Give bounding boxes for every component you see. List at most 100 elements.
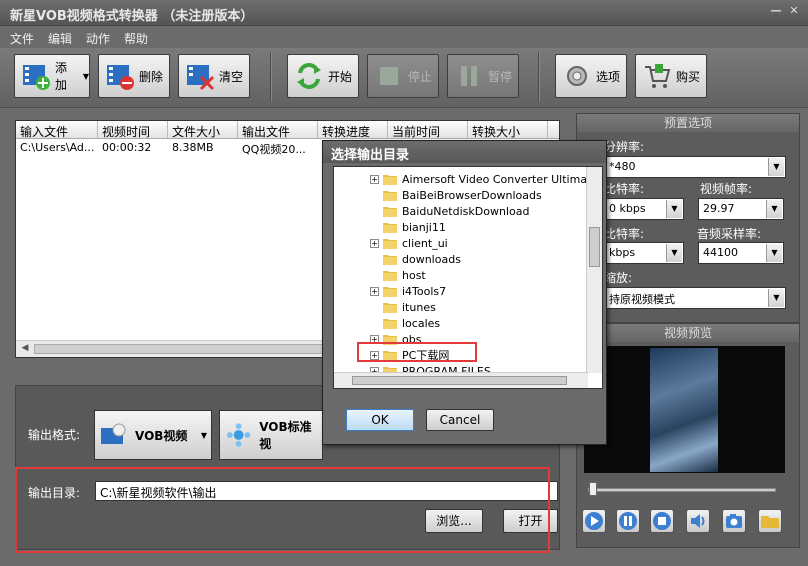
folder-item[interactable]: host: [370, 267, 426, 283]
start-button[interactable]: 开始: [287, 54, 359, 98]
seek-slider-handle[interactable]: [589, 482, 597, 496]
scroll-thumb[interactable]: [589, 227, 600, 267]
chevron-down-icon: ▼: [768, 158, 784, 176]
chevron-down-icon: ▼: [200, 430, 207, 440]
folder-item[interactable]: + client_ui: [370, 235, 448, 251]
preview-header: 视频预览: [577, 324, 799, 342]
options-button[interactable]: 选项: [555, 54, 627, 98]
delete-button[interactable]: 删除: [98, 54, 170, 98]
vob-format-icon: [101, 423, 126, 444]
resolution-value: *480: [609, 160, 636, 173]
column-header[interactable]: 文件大小: [168, 121, 238, 138]
folder-item[interactable]: bianji11: [370, 219, 446, 235]
folder-icon: [383, 207, 397, 217]
chevron-down-icon: ▼: [666, 244, 682, 262]
folder-label: Aimersoft Video Converter Ultimate: [402, 172, 599, 186]
framerate-value: 29.97: [703, 202, 735, 215]
menu-help[interactable]: 帮助: [124, 30, 148, 46]
snapshot-button[interactable]: [722, 509, 746, 533]
expand-icon[interactable]: +: [370, 238, 379, 248]
scroll-left-icon[interactable]: ◀: [18, 343, 32, 355]
start-label: 开始: [328, 69, 353, 84]
stop-button[interactable]: 停止: [367, 54, 439, 98]
pause-button[interactable]: 暂停: [447, 54, 519, 98]
menu-edit[interactable]: 编辑: [48, 30, 72, 46]
folder-icon: [383, 287, 397, 297]
scale-select[interactable]: 持原视频模式 ▼: [604, 287, 786, 309]
output-format-select[interactable]: VOB视频 ▼: [94, 410, 212, 460]
volume-button[interactable]: [686, 509, 710, 533]
folder-icon: [383, 303, 397, 313]
close-icon[interactable]: ✕: [786, 3, 802, 19]
chevron-down-icon: ▼: [82, 71, 89, 81]
highlight-box: [357, 342, 477, 362]
folder-item[interactable]: BaiBeiBrowserDownloads: [370, 187, 542, 203]
folder-item[interactable]: itunes: [370, 299, 436, 315]
samplerate-value: 44100: [703, 246, 738, 259]
folder-item[interactable]: downloads: [370, 251, 461, 267]
folder-item[interactable]: locales: [370, 315, 440, 331]
menu-file[interactable]: 文件: [10, 30, 34, 46]
add-button[interactable]: 添加 ▼: [14, 54, 90, 98]
play-icon: [585, 512, 603, 530]
play-button[interactable]: [582, 509, 606, 533]
folder-icon: [383, 175, 397, 185]
resolution-label: 分辨率:: [604, 140, 645, 154]
column-header[interactable]: 输出文件: [238, 121, 318, 138]
column-header[interactable]: 转换大小: [468, 121, 548, 138]
stop-label: 停止: [408, 69, 433, 84]
folder-icon: [383, 319, 397, 329]
menu-action[interactable]: 动作: [86, 30, 110, 46]
stop-preview-button[interactable]: [650, 509, 674, 533]
column-header[interactable]: 当前时间: [388, 121, 468, 138]
expand-icon[interactable]: +: [370, 174, 379, 184]
folder-item[interactable]: + i4Tools7: [370, 283, 446, 299]
samplerate-label: 音频采样率:: [697, 227, 762, 241]
format-quality-select[interactable]: VOB标准视: [219, 410, 323, 460]
cell-input-file: C:\Users\Ad...: [20, 141, 95, 154]
buy-button[interactable]: 购买: [635, 54, 707, 98]
folder-label: BaiduNetdiskDownload: [402, 204, 530, 218]
select-output-dir-dialog: 选择输出目录 + Aimersoft Video Converter Ultima…: [322, 140, 607, 445]
scroll-thumb[interactable]: [34, 344, 334, 354]
table-header: 输入文件 视频时间 文件大小 输出文件 转换进度 当前时间 转换大小: [16, 121, 559, 139]
audio-bitrate-select[interactable]: kbps ▼: [604, 242, 684, 264]
column-header[interactable]: 输入文件: [16, 121, 98, 138]
folder-label: client_ui: [402, 236, 448, 250]
output-format-value: VOB视频: [135, 428, 188, 443]
framerate-select[interactable]: 29.97 ▼: [698, 198, 784, 220]
minimize-icon[interactable]: —: [768, 3, 784, 19]
clear-button[interactable]: 清空: [178, 54, 250, 98]
clear-label: 清空: [219, 69, 244, 84]
folder-item[interactable]: BaiduNetdiskDownload: [370, 203, 529, 219]
samplerate-select[interactable]: 44100 ▼: [698, 242, 784, 264]
pause-label: 暂停: [488, 69, 513, 84]
pause-preview-button[interactable]: [616, 509, 640, 533]
ok-button[interactable]: OK: [346, 409, 414, 431]
camera-icon: [726, 514, 742, 528]
expand-icon[interactable]: +: [370, 286, 379, 296]
column-header[interactable]: 视频时间: [98, 121, 168, 138]
video-bitrate-value: 0 kbps: [609, 202, 646, 215]
speaker-icon: [691, 514, 705, 528]
scroll-thumb[interactable]: [352, 376, 567, 385]
column-header[interactable]: 转换进度: [318, 121, 388, 138]
add-label: 添加: [55, 61, 68, 92]
open-folder-button[interactable]: [758, 509, 782, 533]
cancel-button[interactable]: Cancel: [426, 409, 494, 431]
scale-value: 持原视频模式: [609, 293, 675, 306]
horizontal-scrollbar[interactable]: [334, 372, 588, 388]
resolution-select[interactable]: *480 ▼: [604, 156, 786, 178]
video-bitrate-select[interactable]: 0 kbps ▼: [604, 198, 684, 220]
film-remove-icon: [107, 65, 134, 90]
folder-label: bianji11: [402, 220, 446, 234]
highlight-box: [15, 467, 550, 553]
cell-output-file: QQ视频20...: [242, 143, 306, 156]
vertical-scrollbar[interactable]: [586, 167, 602, 373]
folder-item[interactable]: + Aimersoft Video Converter Ultimate: [370, 171, 598, 187]
seek-slider[interactable]: [588, 488, 776, 492]
film-add-icon: [23, 65, 50, 90]
options-label: 选项: [596, 69, 621, 84]
chevron-down-icon: ▼: [666, 200, 682, 218]
chevron-down-icon: ▼: [766, 200, 782, 218]
